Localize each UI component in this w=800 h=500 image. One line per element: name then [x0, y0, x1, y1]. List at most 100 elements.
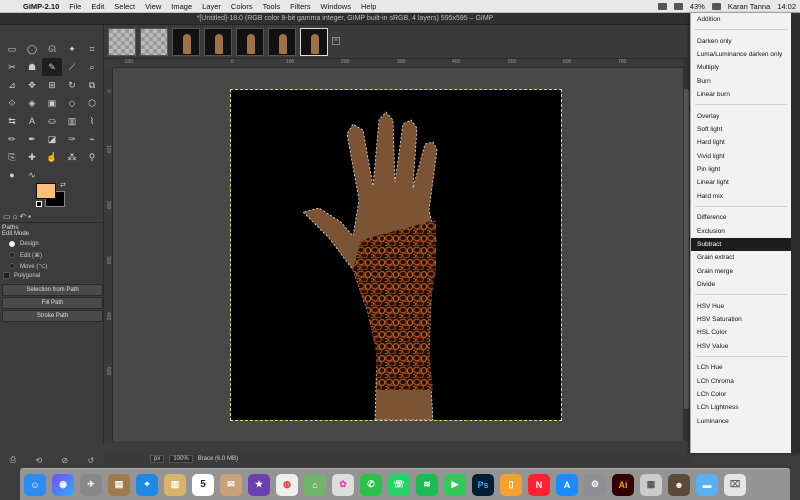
- menu-colors[interactable]: Colors: [226, 2, 258, 11]
- delete-options-icon[interactable]: ⊘: [62, 456, 69, 465]
- heal-icon[interactable]: ✚: [22, 148, 42, 166]
- blend-mode-hsv-value[interactable]: HSV Value: [691, 340, 791, 353]
- airbrush-icon[interactable]: ✒: [22, 130, 42, 148]
- blend-mode-grain-merge[interactable]: Grain merge: [691, 265, 791, 278]
- blend-mode-multiply[interactable]: Multiply: [691, 61, 791, 74]
- image-tab[interactable]: [236, 28, 264, 56]
- appstore-icon[interactable]: A: [556, 473, 578, 496]
- image-tab[interactable]: [108, 28, 136, 56]
- menu-select[interactable]: Select: [109, 2, 140, 11]
- finder-icon[interactable]: ☺: [24, 473, 46, 496]
- calendar-icon[interactable]: 5: [192, 473, 214, 496]
- blend-mode-hard-mix[interactable]: Hard mix: [691, 190, 791, 203]
- mode-design-radio[interactable]: Design: [9, 239, 39, 249]
- whatsapp-icon[interactable]: ☏: [388, 473, 410, 496]
- image-tab[interactable]: [140, 28, 168, 56]
- eraser-icon[interactable]: ◪: [42, 130, 62, 148]
- menu-layer[interactable]: Layer: [197, 2, 226, 11]
- image-tab[interactable]: [172, 28, 200, 56]
- blend-mode-divide[interactable]: Divide: [691, 278, 791, 291]
- paths-icon[interactable]: ✎: [42, 58, 62, 76]
- fuzzy-select-icon[interactable]: ✦: [62, 40, 82, 58]
- device-status-tab-icon[interactable]: ⌂: [13, 212, 18, 221]
- launchpad-icon[interactable]: ✈: [80, 473, 102, 496]
- smudge-icon[interactable]: ☝: [42, 148, 62, 166]
- blur-icon[interactable]: ⁂: [62, 148, 82, 166]
- blend-mode-hsv-saturation[interactable]: HSV Saturation: [691, 313, 791, 326]
- imovie-icon[interactable]: ★: [248, 473, 270, 496]
- volume-icon[interactable]: [673, 3, 683, 10]
- reset-options-icon[interactable]: ↺: [88, 456, 95, 465]
- paintbrush-icon[interactable]: ⌇: [82, 112, 102, 130]
- messages-icon[interactable]: ✆: [360, 473, 382, 496]
- blend-mode-pin-light[interactable]: Pin light: [691, 163, 791, 176]
- swap-colors-icon[interactable]: ⇄: [60, 181, 66, 189]
- color-picker-icon[interactable]: ⟋: [62, 58, 82, 76]
- tool-options-tab-icon[interactable]: ▭: [3, 212, 11, 221]
- image-tab[interactable]: [268, 28, 296, 56]
- safari-icon[interactable]: ⌖: [136, 473, 158, 496]
- fill-path-button[interactable]: Fill Path: [2, 297, 103, 309]
- display-icon[interactable]: [657, 3, 667, 10]
- battery-percent[interactable]: 43%: [690, 2, 705, 11]
- ellipse-select-icon[interactable]: ◯: [22, 40, 42, 58]
- rect-select-icon[interactable]: ▭: [2, 40, 22, 58]
- scroll-thumb[interactable]: [684, 89, 689, 409]
- siri-icon[interactable]: ◉: [52, 473, 74, 496]
- blend-mode-overlay[interactable]: Overlay: [691, 110, 791, 123]
- mode-edit-radio[interactable]: Edit (⌘): [9, 250, 42, 260]
- blend-mode-linear-burn[interactable]: Linear burn: [691, 88, 791, 101]
- stroke-path-button[interactable]: Stroke Path: [2, 310, 103, 322]
- text-icon[interactable]: A: [22, 112, 42, 130]
- polygonal-checkbox[interactable]: Polygonal: [3, 272, 40, 279]
- crop-icon[interactable]: ⌗: [82, 40, 102, 58]
- blend-mode-difference[interactable]: Difference: [691, 211, 791, 224]
- shear-icon[interactable]: ⟐: [2, 94, 22, 112]
- unified-transform-icon[interactable]: ▣: [42, 94, 62, 112]
- blend-mode-grain-extract[interactable]: Grain extract: [691, 251, 791, 264]
- blend-mode-luma-luminance-darken-only[interactable]: Luma/Luminance darken only: [691, 48, 791, 61]
- bucket-fill-icon[interactable]: ⛀: [42, 112, 62, 130]
- menu-view[interactable]: View: [140, 2, 166, 11]
- image-tab-active[interactable]: [300, 28, 328, 56]
- foreground-select-icon[interactable]: ☗: [22, 58, 42, 76]
- settings-icon[interactable]: ⚙: [584, 473, 606, 496]
- selection-from-path-button[interactable]: Selection from Path: [2, 284, 103, 296]
- free-select-icon[interactable]: ᘏ: [42, 40, 62, 58]
- scissors-icon[interactable]: ✂: [2, 58, 22, 76]
- menu-windows[interactable]: Windows: [316, 2, 356, 11]
- blend-mode-luminance[interactable]: Luminance: [691, 415, 791, 428]
- spotify-icon[interactable]: ≋: [416, 473, 438, 496]
- vertical-scrollbar[interactable]: [683, 59, 690, 441]
- image-tab[interactable]: [204, 28, 232, 56]
- clone-icon[interactable]: ⎘: [2, 148, 22, 166]
- battery-icon[interactable]: [711, 3, 721, 10]
- canvas-area[interactable]: [113, 68, 683, 441]
- blend-mode-hard-light[interactable]: Hard light: [691, 136, 791, 149]
- pencil-icon[interactable]: ✏: [2, 130, 22, 148]
- warp-icon[interactable]: ◈: [22, 94, 42, 112]
- blend-mode-lch-hue[interactable]: LCh Hue: [691, 361, 791, 374]
- clock[interactable]: 14:02: [777, 2, 796, 11]
- folder-icon[interactable]: ▬: [696, 473, 718, 496]
- menu-app-name[interactable]: GIMP-2.10: [18, 2, 64, 11]
- flip-icon[interactable]: ⇆: [2, 112, 22, 130]
- blend-mode-vivid-light[interactable]: Vivid light: [691, 150, 791, 163]
- preview2-icon[interactable]: ▦: [640, 473, 662, 496]
- save-options-icon[interactable]: ⎙: [10, 455, 16, 465]
- books-icon[interactable]: ▯: [500, 473, 522, 496]
- move-icon[interactable]: ✥: [22, 76, 42, 94]
- blend-mode-lch-lightness[interactable]: LCh Lightness: [691, 401, 791, 414]
- measure-icon[interactable]: ⊿: [2, 76, 22, 94]
- menu-filters[interactable]: Filters: [285, 2, 315, 11]
- reset-colors-icon[interactable]: [36, 201, 42, 207]
- rotate-icon[interactable]: ↻: [62, 76, 82, 94]
- mail-icon[interactable]: ✉: [220, 473, 242, 496]
- images-tab-icon[interactable]: ▪: [28, 212, 31, 221]
- blend-mode-burn[interactable]: Burn: [691, 75, 791, 88]
- news-icon[interactable]: N: [528, 473, 550, 496]
- trash-icon[interactable]: ⌧: [724, 473, 746, 496]
- menu-image[interactable]: Image: [166, 2, 197, 11]
- mode-move-radio[interactable]: Move (⌥): [9, 261, 47, 271]
- blend-mode-darken-only[interactable]: Darken only: [691, 35, 791, 48]
